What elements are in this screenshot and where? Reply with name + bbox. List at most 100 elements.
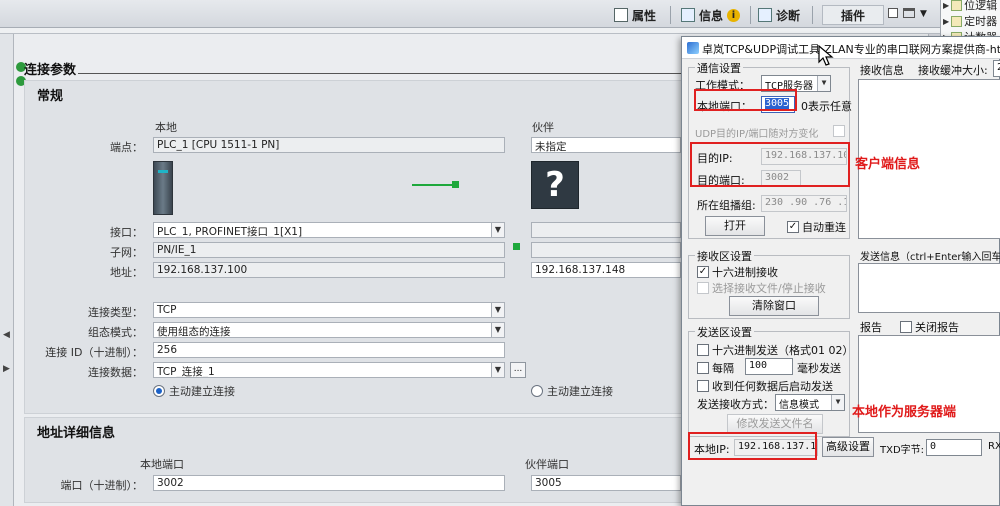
tree-item-timers[interactable]: ▶ 定时器 [943, 13, 997, 29]
subnet-network-icon [513, 243, 520, 250]
tab-info[interactable]: 信息 i [675, 5, 746, 25]
clear-window-button[interactable]: 清除窗口 [729, 296, 819, 316]
col-local-port-header: 本地端口 [140, 458, 184, 471]
send-recv-mode-select[interactable]: 信息模式 ▼ [775, 394, 845, 411]
collapse-left-icon[interactable]: ◀ [3, 330, 10, 340]
expand-arrow-icon[interactable]: ▶ [943, 1, 949, 10]
comm-settings-title: 通信设置 [695, 60, 743, 76]
interface-local-value: PLC_1, PROFINET接口_1[X1] [157, 226, 303, 238]
endpoint-local-field: PLC_1 [CPU 1511-1 PN] [153, 137, 505, 153]
open-button[interactable]: 打开 [705, 216, 765, 236]
modify-send-file-button[interactable]: 修改发送文件名 [727, 414, 823, 434]
send-recv-mode-label: 发送接收方式： [697, 398, 774, 411]
send-interval-input[interactable]: 100 [745, 358, 793, 375]
endpoint-partner-value: 未指定 [535, 141, 567, 153]
tab-diagnostics[interactable]: 诊断 [752, 5, 806, 25]
chevron-down-icon[interactable]: ▼ [817, 76, 830, 91]
send-on-recv-checkbox[interactable] [697, 380, 709, 392]
send-info-label: 发送信息（ctrl+Enter输入回车 [860, 252, 1000, 263]
address-label: 地址： [110, 266, 143, 279]
recv-settings-group: 接收区设置 ✓ 十六进制接收 选择接收文件/停止接收 清除窗口 [688, 248, 850, 319]
chevron-down-icon[interactable]: ▼ [920, 9, 927, 19]
toolbar-separator [750, 6, 751, 24]
send-recv-mode-value: 信息模式 [779, 400, 819, 411]
collapse-right-icon[interactable]: ▶ [3, 364, 10, 374]
restore-icon[interactable] [888, 8, 898, 18]
connection-line [412, 184, 454, 186]
maximize-icon[interactable] [903, 8, 915, 18]
browse-button[interactable]: ... [510, 362, 526, 378]
plc-device-image [153, 161, 173, 215]
close-report-option[interactable]: 关闭报告 [900, 319, 959, 335]
interface-local-select[interactable]: PLC_1, PROFINET接口_1[X1] ▼ [153, 222, 505, 238]
multicast-input[interactable]: 230 .90 .76 .1 [761, 195, 847, 212]
tab-properties-label: 属性 [632, 8, 657, 23]
highlight-local-ip [688, 432, 817, 460]
send-settings-title: 发送区设置 [695, 324, 754, 340]
send-on-recv-option[interactable]: 收到任何数据后启动发送 [697, 378, 833, 394]
tab-plugins[interactable]: 插件 [822, 5, 884, 25]
hex-send-checkbox[interactable] [697, 344, 709, 356]
col-local-header: 本地 [155, 121, 177, 134]
hex-recv-option[interactable]: ✓ 十六进制接收 [697, 264, 778, 280]
mouse-cursor-icon [818, 45, 834, 66]
auto-reconnect-option[interactable]: ✓ 自动重连 [787, 219, 846, 235]
local-port-input[interactable]: 3002 [153, 475, 505, 491]
inspector-toolbar: 属性 信息 i 诊断 插件 ▼ [0, 0, 940, 28]
active-partner-radio[interactable] [531, 385, 543, 397]
chevron-down-icon[interactable]: ▼ [491, 363, 504, 377]
col-partner-port-header: 伙伴端口 [525, 458, 569, 471]
subnet-local-field: PN/IE_1 [153, 242, 505, 258]
any-port-hint: 0表示任意 [801, 100, 852, 113]
tree-item-label: 定时器 [964, 15, 998, 28]
active-partner-option[interactable]: 主动建立连接 [531, 383, 613, 399]
client-info-annotation: 客户端信息 [855, 157, 921, 172]
send-textarea[interactable] [858, 263, 1000, 313]
window-titlebar[interactable]: 卓岚TCP&UDP调试工具-ZLAN专业的串口联网方案提供商-http: [682, 37, 1000, 59]
properties-icon [614, 8, 628, 22]
highlight-local-port [694, 89, 797, 111]
tree-item-bit-logic[interactable]: ▶ 位逻辑 [943, 0, 997, 13]
unknown-device-image: ? [531, 161, 579, 209]
conn-data-select[interactable]: TCP_连接_1 ▼ [153, 362, 505, 378]
every-label: 每隔 [712, 362, 734, 375]
advanced-settings-button[interactable]: 高级设置 [822, 437, 874, 457]
info-alert-icon: i [727, 8, 741, 22]
conn-type-value: TCP [157, 304, 177, 316]
conn-id-input[interactable]: 256 [153, 342, 505, 358]
chevron-down-icon[interactable]: ▼ [831, 395, 844, 410]
timed-send-checkbox[interactable] [697, 362, 709, 374]
highlight-client-info [690, 142, 850, 187]
udp-change-checkbox[interactable] [833, 125, 845, 137]
address-partner-field[interactable]: 192.168.137.148 [531, 262, 681, 278]
chevron-down-icon[interactable]: ▼ [491, 323, 504, 337]
auto-reconnect-checkbox[interactable]: ✓ [787, 221, 799, 233]
hex-recv-label: 十六进制接收 [712, 266, 778, 279]
partner-port-input[interactable]: 3005 [531, 475, 681, 491]
recv-file-checkbox[interactable] [697, 282, 709, 294]
tab-properties[interactable]: 属性 [608, 5, 662, 25]
recv-buffer-input[interactable]: 2 [993, 60, 1000, 77]
chevron-down-icon[interactable]: ▼ [491, 303, 504, 317]
hex-send-option[interactable]: 十六进制发送（格式01 02） [697, 342, 854, 358]
active-local-option[interactable]: 主动建立连接 [153, 383, 235, 399]
hex-send-label: 十六进制发送（格式01 02） [712, 344, 854, 357]
hex-recv-checkbox[interactable]: ✓ [697, 266, 709, 278]
expand-arrow-icon[interactable]: ▶ [943, 17, 949, 26]
chevron-down-icon[interactable]: ▼ [491, 223, 504, 237]
report-label: 报告 [860, 321, 882, 334]
active-local-radio[interactable] [153, 385, 165, 397]
timed-send-option[interactable]: 每隔 [697, 360, 734, 376]
config-mode-select[interactable]: 使用组态的连接 ▼ [153, 322, 505, 338]
app-icon [687, 42, 699, 54]
diagnostics-icon [758, 8, 772, 22]
recv-info-label: 接收信息 [860, 64, 904, 77]
send-on-recv-label: 收到任何数据后启动发送 [712, 380, 833, 393]
close-report-checkbox[interactable] [900, 321, 912, 333]
endpoint-partner-select[interactable]: 未指定 [531, 137, 681, 153]
conn-type-select[interactable]: TCP ▼ [153, 302, 505, 318]
subnet-label: 子网： [110, 246, 143, 259]
active-local-label: 主动建立连接 [169, 385, 235, 398]
recv-file-option[interactable]: 选择接收文件/停止接收 [697, 280, 826, 296]
tab-plugins-label: 插件 [840, 8, 865, 23]
